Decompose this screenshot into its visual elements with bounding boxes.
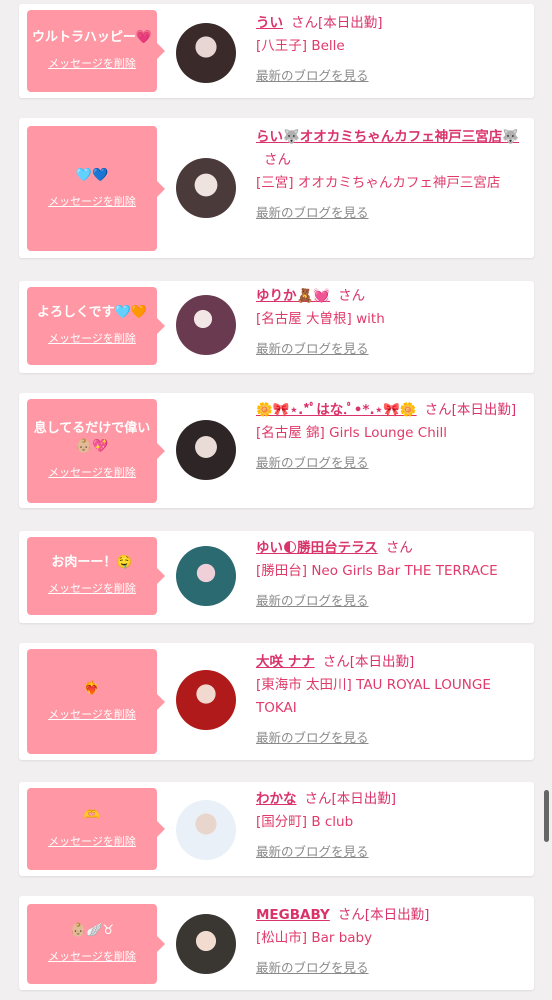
honorific-label: さん[本日出勤] xyxy=(337,907,430,923)
delete-message-link[interactable]: メッセージを削除 xyxy=(48,948,136,966)
message-text: 👶🏼🪽♉ xyxy=(69,923,115,938)
avatar[interactable] xyxy=(176,295,236,355)
cast-name-link[interactable]: わかな xyxy=(256,791,297,807)
delete-message-link[interactable]: メッセージを削除 xyxy=(48,193,136,211)
view-blog-link[interactable]: 最新のブログを見る xyxy=(256,840,526,863)
honorific-label: さん[本日出勤] xyxy=(304,791,397,807)
message-text: ウルトラハッピー💗 xyxy=(31,30,153,45)
delete-message-link[interactable]: メッセージを削除 xyxy=(48,833,136,851)
profile-info: ゆりか🧸💓 さん [名古屋 大曽根] with 最新のブログを見る xyxy=(256,285,526,360)
message-bubble: ウルトラハッピー💗 メッセージを削除 xyxy=(27,10,165,92)
avatar[interactable] xyxy=(176,670,236,730)
honorific-label: さん[本日出勤] xyxy=(424,402,517,418)
cast-name-link[interactable]: 🌼🎀⋆.*ﾟはな.ﾟ•*.⋆🎀🌼 xyxy=(256,402,417,418)
profile-info: 🌼🎀⋆.*ﾟはな.ﾟ•*.⋆🎀🌼 さん[本日出勤] [名古屋 錦] Girls L… xyxy=(256,399,526,474)
avatar[interactable] xyxy=(176,158,236,218)
message-bubble: 息してるだけで偉い👶🏼💖 メッセージを削除 xyxy=(27,399,165,503)
cast-name-link[interactable]: ゆりか🧸💓 xyxy=(256,288,330,304)
honorific-label: さん xyxy=(385,540,413,556)
avatar[interactable] xyxy=(176,800,236,860)
scrollbar[interactable] xyxy=(544,790,549,842)
message-text: 息してるだけで偉い👶🏼💖 xyxy=(33,421,151,454)
message-bubble: よろしくです🩵🧡 メッセージを削除 xyxy=(27,287,165,365)
profile-info: わかな さん[本日出勤] [国分町] B club 最新のブログを見る xyxy=(256,788,526,863)
delete-message-link[interactable]: メッセージを削除 xyxy=(48,464,136,482)
shop-location: [国分町] B club xyxy=(256,814,354,830)
view-blog-link[interactable]: 最新のブログを見る xyxy=(256,64,526,87)
honorific-label: さん[本日出勤] xyxy=(291,15,383,31)
view-blog-link[interactable]: 最新のブログを見る xyxy=(256,337,526,360)
honorific-label: さん xyxy=(264,152,291,168)
avatar[interactable] xyxy=(176,420,236,480)
view-blog-link[interactable]: 最新のブログを見る xyxy=(256,956,526,979)
shop-location: [東海市 太田川] TAU ROYAL LOUNGE TOKAI xyxy=(256,677,491,716)
cast-name-link[interactable]: 大咲 ナナ xyxy=(256,654,315,670)
cast-name-link[interactable]: ゆい🌓勝田台テラス xyxy=(256,540,378,556)
profile-info: MEGBABY さん[本日出勤] [松山市] Bar baby 最新のブログを見る xyxy=(256,904,526,979)
view-blog-link[interactable]: 最新のブログを見る xyxy=(256,451,526,474)
shop-location: [勝田台] Neo Girls Bar THE TERRACE xyxy=(256,563,498,579)
cast-name-link[interactable]: MEGBABY xyxy=(256,907,330,923)
delete-message-link[interactable]: メッセージを削除 xyxy=(48,330,136,348)
honorific-label: さん[本日出勤] xyxy=(322,654,415,670)
delete-message-link[interactable]: メッセージを削除 xyxy=(48,55,136,73)
list-item: ❤️‍🔥 メッセージを削除 大咲 ナナ さん[本日出勤] [東海市 太田川] TA… xyxy=(19,643,534,760)
message-text: よろしくです🩵🧡 xyxy=(37,305,147,320)
shop-location: [名古屋 錦] Girls Lounge Chill xyxy=(256,425,448,441)
message-bubble: お肉ーー！🤤 メッセージを削除 xyxy=(27,537,165,615)
list-item: ウルトラハッピー💗 メッセージを削除 うい さん[本日出勤] [八王子] Bell… xyxy=(19,4,534,98)
message-bubble: 👶🏼🪽♉ メッセージを削除 xyxy=(27,904,165,984)
message-text: 🫶 xyxy=(83,808,101,823)
message-text: お肉ーー！🤤 xyxy=(51,555,133,570)
profile-info: 大咲 ナナ さん[本日出勤] [東海市 太田川] TAU ROYAL LOUNGE… xyxy=(256,651,526,749)
view-blog-link[interactable]: 最新のブログを見る xyxy=(256,201,526,224)
message-text: 🩵💙 xyxy=(75,167,109,183)
delete-message-link[interactable]: メッセージを削除 xyxy=(48,706,136,724)
profile-info: ゆい🌓勝田台テラス さん [勝田台] Neo Girls Bar THE TERR… xyxy=(256,537,526,612)
list-item: よろしくです🩵🧡 メッセージを削除 ゆりか🧸💓 さん [名古屋 大曽根] with… xyxy=(19,281,534,373)
shop-location: [名古屋 大曽根] with xyxy=(256,311,385,327)
message-text: ❤️‍🔥 xyxy=(83,680,101,696)
list-item: 🩵💙 メッセージを削除 らい🐺オオカミちゃんカフェ神戸三宮店🐺 さん [三宮] オ… xyxy=(19,118,534,258)
avatar[interactable] xyxy=(176,23,236,83)
cast-name-link[interactable]: らい🐺オオカミちゃんカフェ神戸三宮店🐺 xyxy=(256,129,519,145)
message-bubble: 🩵💙 メッセージを削除 xyxy=(27,126,165,251)
view-blog-link[interactable]: 最新のブログを見る xyxy=(256,589,526,612)
list-item: お肉ーー！🤤 メッセージを削除 ゆい🌓勝田台テラス さん [勝田台] Neo Gi… xyxy=(19,531,534,623)
shop-location: [三宮] オオカミちゃんカフェ神戸三宮店 xyxy=(256,175,501,191)
cast-name-link[interactable]: うい xyxy=(256,15,283,31)
avatar[interactable] xyxy=(176,546,236,606)
avatar[interactable] xyxy=(176,914,236,974)
delete-message-link[interactable]: メッセージを削除 xyxy=(48,580,136,598)
profile-info: らい🐺オオカミちゃんカフェ神戸三宮店🐺 さん [三宮] オオカミちゃんカフェ神戸三… xyxy=(256,126,526,224)
honorific-label: さん xyxy=(338,288,366,304)
list-item: 👶🏼🪽♉ メッセージを削除 MEGBABY さん[本日出勤] [松山市] Bar … xyxy=(19,896,534,990)
shop-location: [八王子] Belle xyxy=(256,38,345,54)
message-bubble: ❤️‍🔥 メッセージを削除 xyxy=(27,649,165,754)
message-bubble: 🫶 メッセージを削除 xyxy=(27,788,165,870)
list-item: 息してるだけで偉い👶🏼💖 メッセージを削除 🌼🎀⋆.*ﾟはな.ﾟ•*.⋆🎀🌼 さん… xyxy=(19,393,534,508)
list-item: 🫶 メッセージを削除 わかな さん[本日出勤] [国分町] B club 最新のブ… xyxy=(19,782,534,876)
profile-info: うい さん[本日出勤] [八王子] Belle 最新のブログを見る xyxy=(256,12,526,87)
view-blog-link[interactable]: 最新のブログを見る xyxy=(256,726,526,749)
shop-location: [松山市] Bar baby xyxy=(256,930,373,946)
